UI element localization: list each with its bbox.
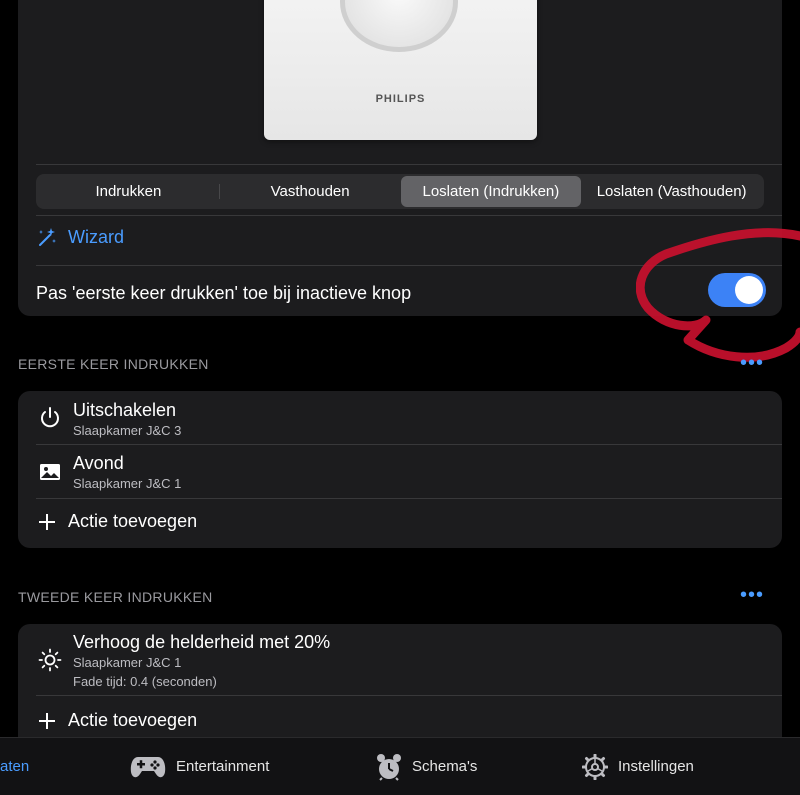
add-action-label: Actie toevoegen — [68, 710, 198, 730]
alarm-clock-icon — [377, 753, 401, 781]
image-icon — [40, 464, 60, 480]
tab-partial-left[interactable]: aten — [0, 738, 29, 795]
section-header-tweede: TWEEDE KEER INDRUKKEN — [18, 589, 213, 605]
list-item[interactable]: Uitschakelen Slaapkamer J&C 3 — [18, 391, 782, 444]
action-subtitle: Slaapkamer J&C 1 — [73, 655, 182, 670]
tab-label: aten — [0, 758, 30, 775]
divider — [36, 215, 782, 216]
add-action-button[interactable]: Actie toevoegen — [38, 511, 197, 532]
section-header-eerste: EERSTE KEER INDRUKKEN — [18, 356, 209, 372]
add-action-label: Actie toevoegen — [68, 511, 198, 531]
action-subtitle: Slaapkamer J&C 1 — [73, 476, 182, 491]
power-icon — [41, 407, 59, 428]
plus-icon — [39, 712, 55, 729]
plus-icon — [39, 513, 55, 530]
section-eerste-card: Uitschakelen Slaapkamer J&C 3 Avond Slaa… — [18, 391, 782, 548]
action-title: Uitschakelen — [73, 400, 177, 420]
list-item[interactable]: Verhoog de helderheid met 20% Slaapkamer… — [18, 624, 782, 695]
list-item[interactable]: Avond Slaapkamer J&C 1 — [18, 445, 782, 498]
tab-label: Instellingen — [618, 758, 694, 775]
divider — [36, 695, 782, 696]
red-annotation-circle — [636, 228, 800, 362]
gear-icon — [582, 753, 608, 780]
add-action-button[interactable]: Actie toevoegen — [38, 710, 197, 731]
wizard-link[interactable]: Wizard — [36, 226, 124, 248]
tab-label: Entertainment — [176, 758, 270, 775]
toggle-label: Pas 'eerste keer drukken' toe bij inacti… — [36, 282, 412, 303]
divider — [36, 498, 782, 499]
philips-brand-label: PHILIPS — [375, 93, 426, 105]
section-more-button[interactable]: ••• — [740, 584, 764, 607]
segment-loslaten-indrukken[interactable]: Loslaten (Indrukken) — [400, 176, 582, 207]
divider — [36, 164, 782, 165]
tab-schemas[interactable]: Schema's — [376, 738, 477, 795]
tab-instellingen[interactable]: Instellingen — [582, 738, 694, 795]
segment-vasthouden[interactable]: Vasthouden — [220, 176, 401, 207]
action-subtitle: Slaapkamer J&C 3 — [73, 423, 182, 438]
magic-wand-icon — [39, 228, 56, 246]
wizard-label: Wizard — [68, 226, 125, 247]
dimmer-knob: hue — [340, 0, 458, 52]
tab-entertainment[interactable]: Entertainment — [130, 738, 269, 795]
action-title: Avond — [73, 453, 124, 473]
action-detail: Fade tijd: 0.4 (seconden) — [73, 674, 217, 689]
section-more-button[interactable]: ••• — [740, 352, 764, 375]
tab-label: Schema's — [412, 758, 478, 775]
section-tweede-card: Verhoog de helderheid met 20% Slaapkamer… — [18, 624, 782, 754]
action-title: Verhoog de helderheid met 20% — [73, 632, 331, 652]
press-type-segmented-control: Indrukken Vasthouden Loslaten (Indrukken… — [36, 174, 764, 209]
gamepad-icon — [130, 756, 166, 777]
tab-bar: aten Entertainment Schema's Instellingen — [0, 737, 800, 795]
dimmer-switch-image: hue PHILIPS — [264, 0, 537, 140]
segment-indrukken[interactable]: Indrukken — [38, 176, 219, 207]
segment-loslaten-vasthouden[interactable]: Loslaten (Vasthouden) — [581, 176, 762, 207]
brightness-icon — [38, 648, 62, 672]
